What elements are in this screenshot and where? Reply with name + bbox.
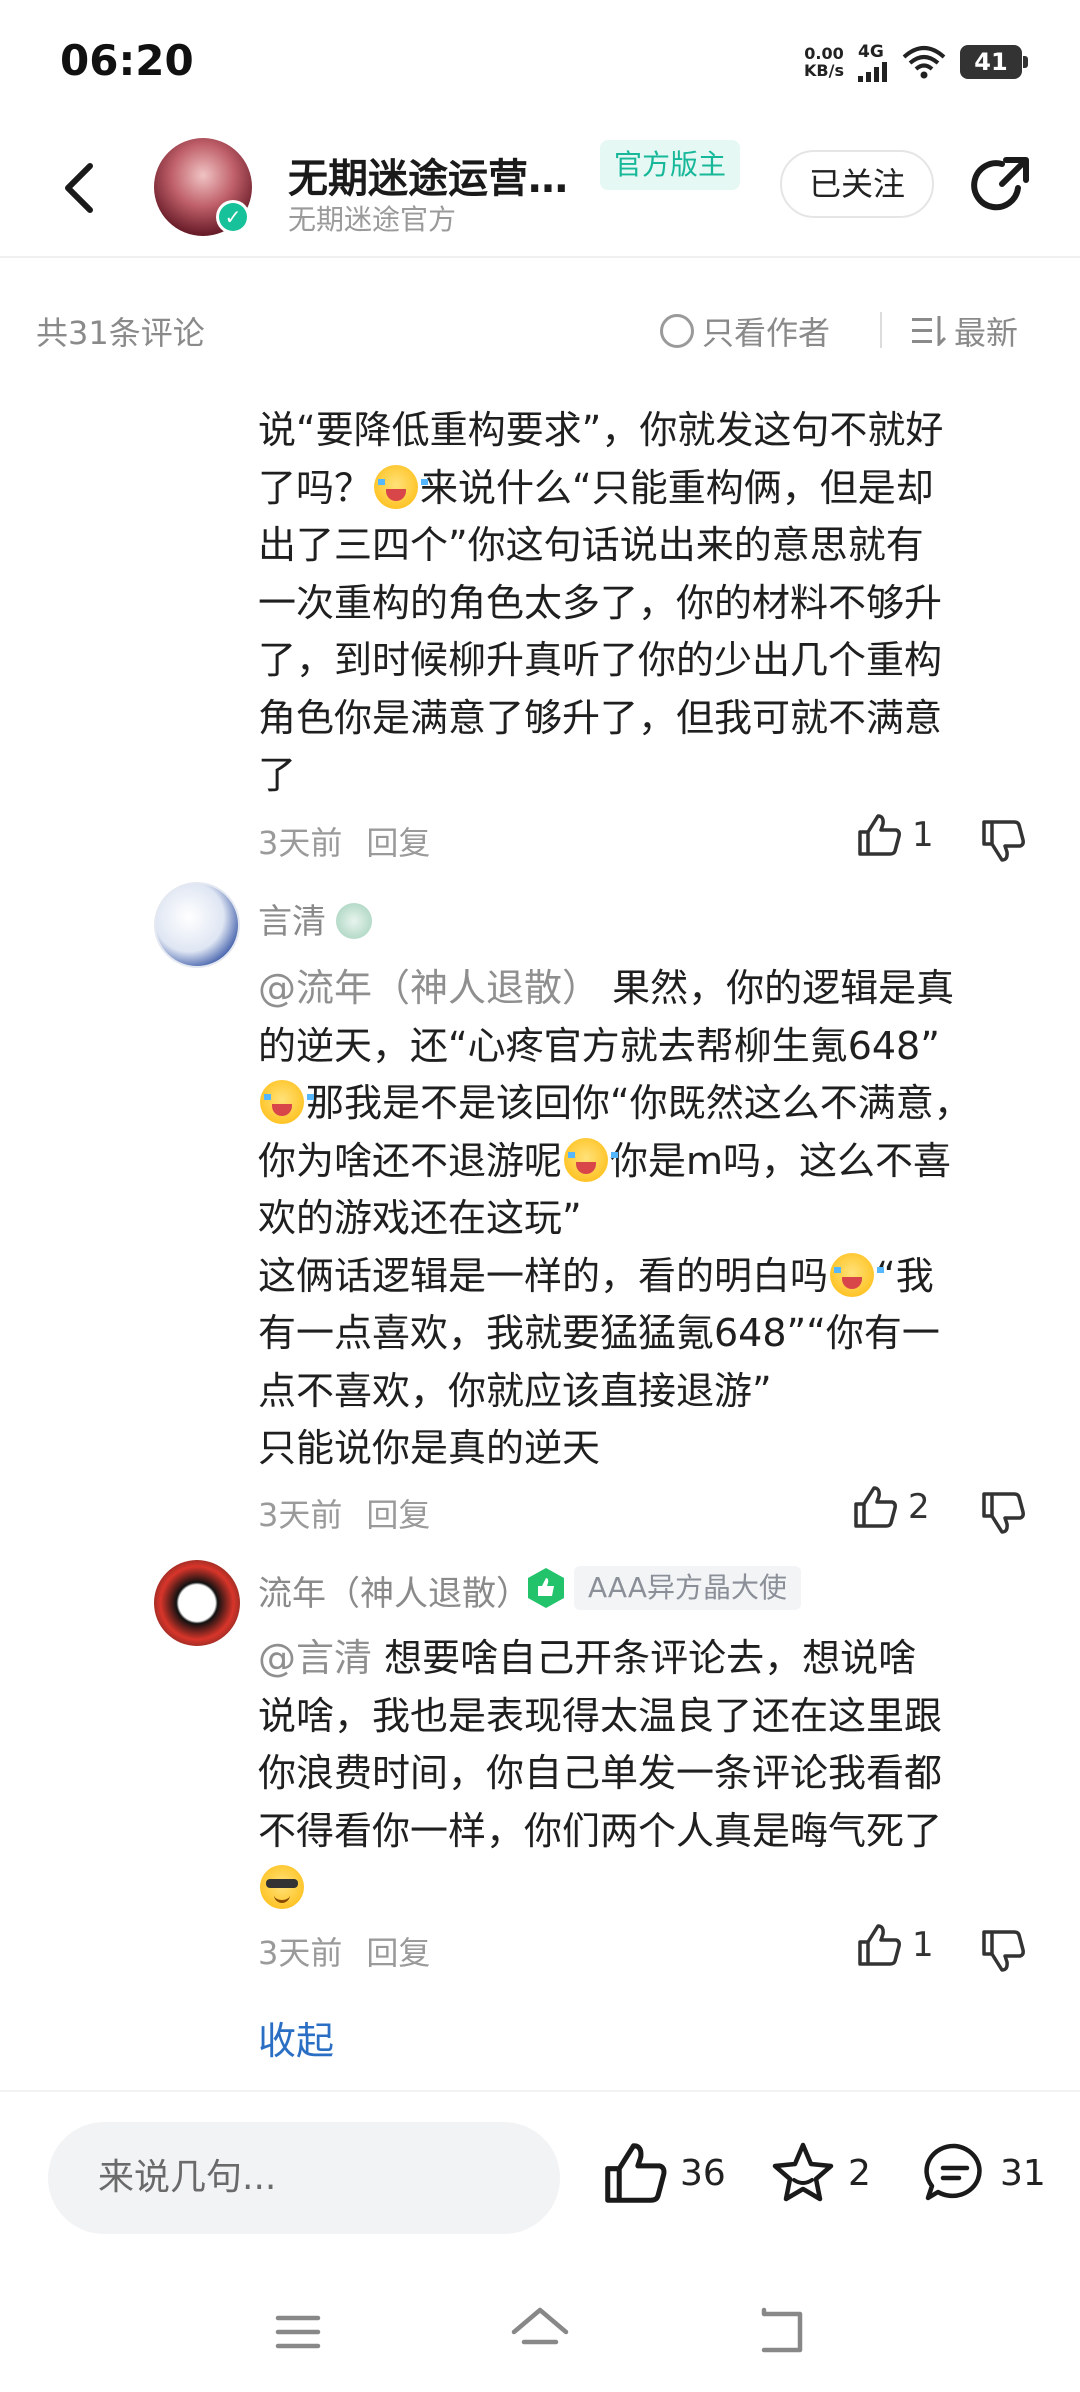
sort-latest-button[interactable]: 最新 [912,308,1018,354]
thumbs-down-icon[interactable] [980,818,1026,864]
comment-input[interactable]: 来说几句... [48,2122,560,2234]
sweat-smile-emoji-icon [260,1865,304,1909]
radio-circle-icon [660,314,694,348]
reply-button[interactable]: 回复 [366,824,430,862]
system-nav-bar [0,2290,1080,2392]
crying-emoji-icon [374,464,429,509]
comment-text: 说“要降低重构要求”，你就发这句不就好 了吗？ 来说什么“只能重构俩，但是却 出了… [258,408,944,797]
collapse-replies-button[interactable]: 收起 [258,2010,334,2065]
follow-button[interactable]: 已关注 [780,150,934,218]
hexagon-badge-icon [528,1568,564,1608]
battery-icon: 41 [960,45,1028,79]
author-subtitle: 无期迷途官方 [288,203,457,236]
back-nav-icon[interactable] [750,2300,814,2364]
thumbs-down-icon[interactable] [980,1490,1026,1536]
reply-button[interactable]: 回复 [366,1496,430,1534]
status-bar: 06:20 0.00 KB/s 4G 41 [0,0,1080,120]
author-name[interactable]: 无期迷途运营… [288,146,568,204]
post-header: ✓ 无期迷途运营… 无期迷途官方 官方版主 已关注 [0,128,1080,258]
crying-emoji-icon [564,1137,619,1182]
mention-link[interactable]: @流年（神人退散） [258,966,600,1010]
comment-meta: 3天前 回复 [258,1928,430,1974]
like-button[interactable]: 2 [852,1484,930,1530]
verified-icon: ✓ [216,200,250,234]
like-button[interactable]: 1 [856,1922,934,1968]
comments-toolbar: 共31条评论 只看作者 最新 [0,300,1080,360]
sort-icon [912,316,946,346]
reply-button[interactable]: 回复 [366,1934,430,1972]
network-speed: 0.00 KB/s [804,44,844,80]
post-like-button[interactable]: 36 [602,2140,726,2206]
status-time: 06:20 [60,36,194,85]
divider [880,312,882,348]
comment-count: 共31条评论 [36,314,205,352]
crying-emoji-icon [260,1080,314,1124]
mention-link[interactable]: @言清 [258,1636,372,1680]
comment-time: 3天前 [258,1496,343,1534]
author-only-toggle[interactable]: 只看作者 [660,308,830,354]
official-moderator-tag: 官方版主 [600,140,741,190]
thumbs-down-icon[interactable] [980,1928,1026,1974]
wifi-icon [902,46,946,79]
medal-tag: AAA异方晶大使 [574,1566,802,1610]
like-button[interactable]: 1 [856,812,934,858]
share-icon[interactable] [968,152,1034,218]
thumbs-up-icon [854,1486,897,1528]
thumbs-up-icon [858,1924,901,1966]
back-arrow-icon[interactable] [50,156,114,220]
thumbs-up-icon [858,814,901,856]
user-avatar[interactable] [154,1560,240,1646]
post-comment-button[interactable]: 31 [922,2140,1046,2206]
user-avatar[interactable] [154,882,240,968]
comment-text: @流年（神人退散） 果然，你的逻辑是真 的逆天，还“心疼官方就去帮柳生氪648”… [258,966,972,1470]
status-icons: 0.00 KB/s 4G 41 [804,42,1028,82]
menu-icon[interactable] [266,2300,330,2364]
crying-emoji-icon [830,1252,885,1297]
divider [0,2090,1080,2092]
home-icon[interactable] [508,2300,572,2364]
comment-text: @言清 想要啥自己开条评论去，想说啥 说啥，我也是表现得太温良了还在这里跟 你浪… [258,1630,1028,1918]
post-favorite-button[interactable]: 2 [770,2140,871,2206]
comment-meta: 3天前 回复 [258,1490,430,1536]
user-name[interactable]: 言清 [258,894,372,943]
comment-meta: 3天前 回复 [258,818,430,864]
star-icon [772,2142,834,2202]
thumbs-up-icon [605,2143,667,2203]
comment-time: 3天前 [258,824,343,862]
user-name[interactable]: 流年（神人退散） [258,1566,530,1615]
comment-bubble-icon [924,2143,982,2201]
comment-time: 3天前 [258,1934,343,1972]
user-badge-icon [336,903,372,939]
signal-icon: 4G [858,42,888,82]
